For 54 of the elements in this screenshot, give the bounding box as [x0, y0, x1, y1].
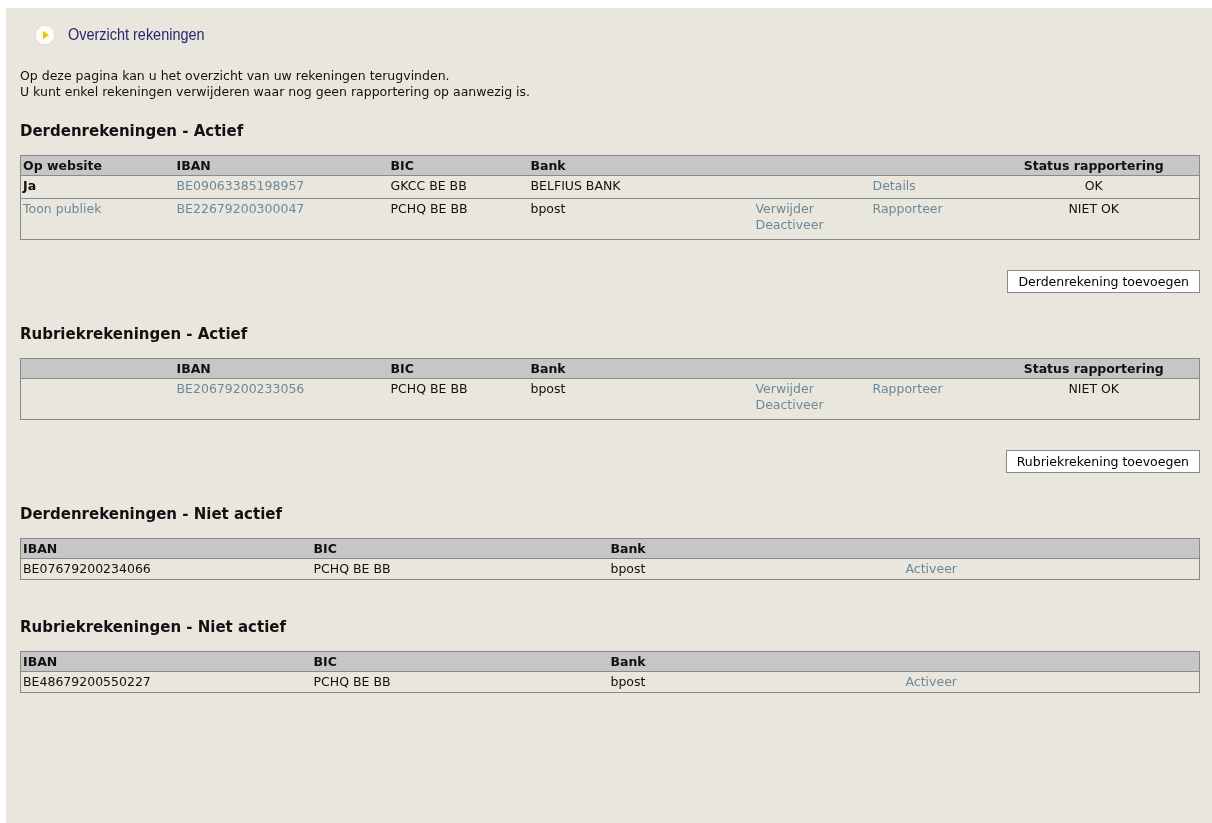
link[interactable]: Activeer [905, 674, 957, 689]
link[interactable]: Details [872, 178, 916, 193]
column-header: Bank [610, 654, 646, 669]
table-cell: GKCC BE BB [390, 178, 467, 193]
link[interactable]: Deactiveer [755, 397, 824, 412]
column-header: Status rapportering [1023, 361, 1164, 376]
table-cell: NIET OK [1068, 201, 1120, 216]
link[interactable]: Deactiveer [755, 217, 824, 232]
table-cell: PCHQ BE BB [313, 561, 391, 576]
table-cell: Ja [23, 178, 37, 193]
column-header: BIC [390, 361, 414, 376]
link[interactable]: Rapporteer [872, 201, 943, 216]
table-cell: bpost [610, 561, 646, 576]
table-cell: NIET OK [1068, 381, 1120, 396]
column-header: Bank [530, 158, 566, 173]
column-header: Bank [610, 541, 646, 556]
link[interactable]: BE20679200233056 [176, 381, 305, 396]
link[interactable]: BE09063385198957 [176, 178, 305, 193]
table-cell: bpost [530, 381, 566, 396]
page-title: Overzicht rekeningen [68, 25, 205, 45]
link[interactable]: Activeer [905, 561, 957, 576]
column-header: IBAN [176, 158, 211, 173]
intro-text: Op deze pagina kan u het overzicht van uw rekeningen terugvinden. [20, 68, 450, 84]
link[interactable]: Toon publiek [23, 201, 102, 216]
add-account-button[interactable]: Rubriekrekening toevoegen [1005, 450, 1200, 473]
column-header: Op website [23, 158, 103, 173]
link[interactable]: Verwijder [755, 381, 814, 396]
table-cell: BE07679200234066 [23, 561, 151, 576]
column-header: BIC [313, 541, 337, 556]
column-header: Status rapportering [1023, 158, 1164, 173]
section-heading: Rubriekrekeningen - Actief [20, 324, 248, 345]
add-account-button[interactable]: Derdenrekening toevoegen [1007, 270, 1200, 293]
intro-text: U kunt enkel rekeningen verwijderen waar nog geen rapportering op aanwezig is. [20, 84, 531, 100]
section-heading: Derdenrekeningen - Actief [20, 121, 244, 142]
link[interactable]: Rapporteer [872, 381, 943, 396]
section-heading: Derdenrekeningen - Niet actief [20, 504, 282, 525]
table-cell: BELFIUS BANK [530, 178, 621, 193]
column-header: Bank [530, 361, 566, 376]
link[interactable]: BE22679200300047 [176, 201, 305, 216]
column-header: IBAN [176, 361, 211, 376]
section-heading: Rubriekrekeningen - Niet actief [20, 617, 286, 638]
table-cell: bpost [530, 201, 566, 216]
table-cell: PCHQ BE BB [390, 381, 468, 396]
column-header: IBAN [23, 541, 58, 556]
column-header: IBAN [23, 654, 58, 669]
table-cell: OK [1084, 178, 1103, 193]
table-cell: BE48679200550227 [23, 674, 151, 689]
column-header: BIC [313, 654, 337, 669]
link[interactable]: Verwijder [755, 201, 814, 216]
column-header: BIC [390, 158, 414, 173]
table-cell: PCHQ BE BB [390, 201, 468, 216]
table-cell: bpost [610, 674, 646, 689]
table-cell: PCHQ BE BB [313, 674, 391, 689]
play-icon [34, 24, 56, 46]
